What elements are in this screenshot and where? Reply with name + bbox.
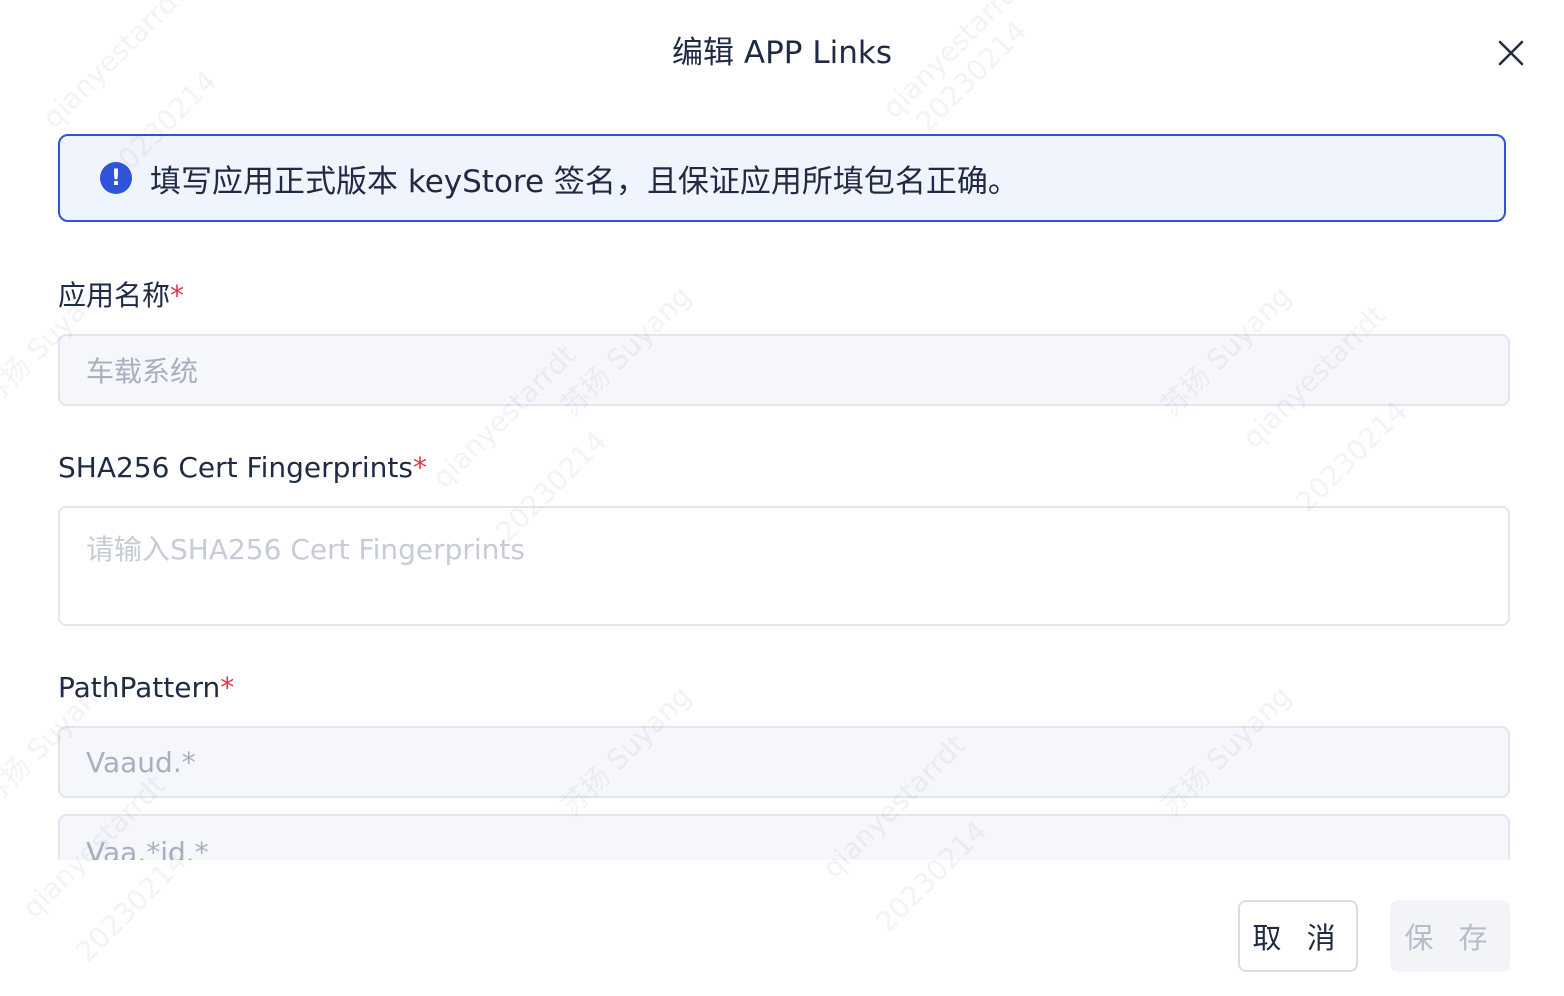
- exclamation-circle-icon: !: [100, 162, 132, 194]
- path-pattern-input-2[interactable]: Vaa.*id.*: [58, 814, 1510, 860]
- sha256-label: SHA256 Cert Fingerprints*: [58, 451, 427, 484]
- path-pattern-label: PathPattern*: [58, 671, 235, 704]
- app-name-input[interactable]: 车载系统: [58, 334, 1510, 406]
- app-name-label: 应用名称*: [58, 279, 185, 312]
- edit-app-links-dialog: 编辑 APP Links ! 填写应用正式版本 keyStore 签名，且保证应…: [0, 0, 1564, 996]
- sha256-placeholder: 请输入SHA256 Cert Fingerprints: [86, 533, 525, 566]
- dialog-body[interactable]: ! 填写应用正式版本 keyStore 签名，且保证应用所填包名正确。 应用名称…: [0, 0, 1564, 860]
- app-name-value: 车载系统: [86, 355, 199, 388]
- cancel-button[interactable]: 取 消: [1238, 900, 1358, 972]
- path-pattern-input-1[interactable]: Vaaud.*: [58, 726, 1510, 798]
- required-mark: *: [220, 671, 235, 704]
- required-mark: *: [412, 451, 427, 484]
- sha256-textarea[interactable]: 请输入SHA256 Cert Fingerprints: [58, 506, 1510, 626]
- path-pattern-value: Vaa.*id.*: [86, 835, 209, 861]
- alert-text: 填写应用正式版本 keyStore 签名，且保证应用所填包名正确。: [150, 163, 1019, 200]
- save-button[interactable]: 保 存: [1390, 900, 1510, 972]
- required-mark: *: [170, 279, 185, 312]
- info-alert: ! 填写应用正式版本 keyStore 签名，且保证应用所填包名正确。: [58, 134, 1506, 222]
- path-pattern-value: Vaaud.*: [86, 745, 196, 779]
- watermark: 20230214: [69, 844, 194, 969]
